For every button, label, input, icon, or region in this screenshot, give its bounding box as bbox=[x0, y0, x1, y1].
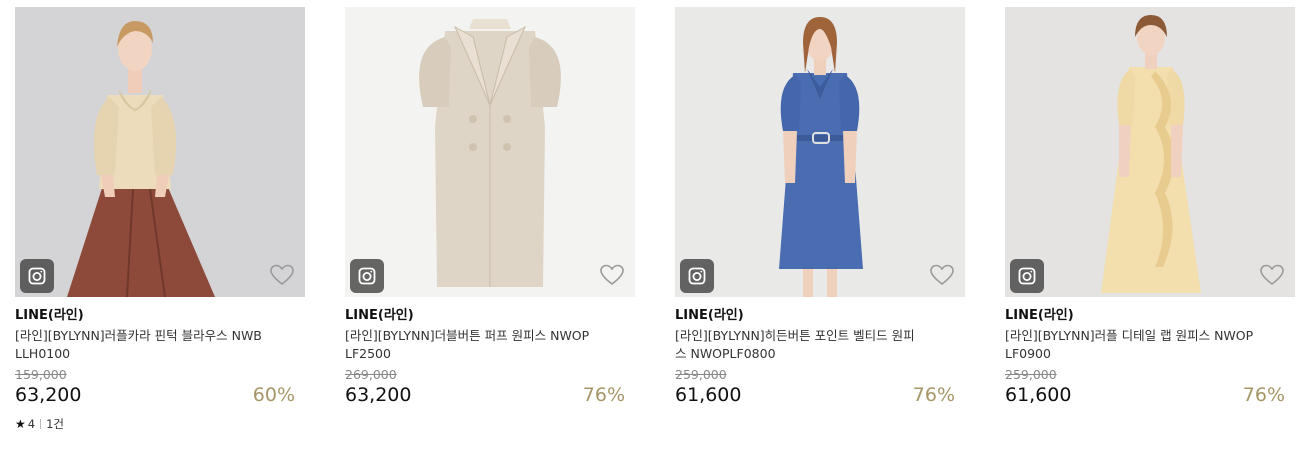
product-image[interactable] bbox=[345, 7, 635, 297]
quick-view-button[interactable] bbox=[350, 259, 384, 293]
camera-lens-icon bbox=[1018, 267, 1036, 285]
sale-price: 63,200 bbox=[15, 384, 82, 406]
brand-name[interactable]: LINE(라인) bbox=[1005, 308, 1295, 324]
original-price: 259,000 bbox=[675, 367, 727, 382]
sale-price: 61,600 bbox=[1005, 384, 1072, 406]
product-name[interactable]: [라인][BYLYNN]히든버튼 포인트 벨티드 원피스 NWOPLF0800 bbox=[675, 327, 925, 363]
product-image[interactable] bbox=[675, 7, 965, 297]
heart-outline-icon bbox=[270, 264, 294, 286]
product-name[interactable]: [라인][BYLYNN]러플카라 핀턱 블라우스 NWBLLH0100 bbox=[15, 327, 265, 363]
camera-lens-icon bbox=[28, 267, 46, 285]
product-image[interactable] bbox=[1005, 7, 1295, 297]
product-card[interactable]: LINE(라인) [라인][BYLYNN]히든버튼 포인트 벨티드 원피스 NW… bbox=[675, 7, 965, 409]
review-summary[interactable]: ★ 4 1건 bbox=[15, 417, 305, 431]
price-row: 63,200 60% bbox=[15, 383, 305, 409]
price-row: 61,600 76% bbox=[675, 383, 965, 409]
product-card[interactable]: LINE(라인) [라인][BYLYNN]러플 디테일 랩 원피스 NWOPLF… bbox=[1005, 7, 1295, 409]
wishlist-button[interactable] bbox=[599, 263, 625, 287]
product-grid: LINE(라인) [라인][BYLYNN]러플카라 핀턱 블라우스 NWBLLH… bbox=[0, 0, 1300, 452]
price-row: 63,200 76% bbox=[345, 383, 635, 409]
product-card[interactable]: LINE(라인) [라인][BYLYNN]러플카라 핀턱 블라우스 NWBLLH… bbox=[15, 7, 305, 431]
camera-lens-icon bbox=[358, 267, 376, 285]
brand-name[interactable]: LINE(라인) bbox=[345, 308, 635, 324]
product-photo bbox=[1005, 7, 1295, 297]
quick-view-button[interactable] bbox=[1010, 259, 1044, 293]
discount-rate: 60% bbox=[252, 384, 295, 406]
heart-outline-icon bbox=[930, 264, 954, 286]
discount-rate: 76% bbox=[912, 384, 955, 406]
rating-value: 4 bbox=[27, 417, 36, 431]
heart-outline-icon bbox=[600, 264, 624, 286]
heart-outline-icon bbox=[1260, 264, 1284, 286]
quick-view-button[interactable] bbox=[680, 259, 714, 293]
discount-rate: 76% bbox=[1242, 384, 1285, 406]
product-name[interactable]: [라인][BYLYNN]더블버튼 퍼프 원피스 NWOPLF2500 bbox=[345, 327, 595, 363]
star-icon: ★ bbox=[15, 417, 26, 431]
original-price: 159,000 bbox=[15, 367, 67, 382]
brand-name[interactable]: LINE(라인) bbox=[15, 308, 305, 324]
quick-view-button[interactable] bbox=[20, 259, 54, 293]
product-photo bbox=[675, 7, 965, 297]
wishlist-button[interactable] bbox=[269, 263, 295, 287]
product-name[interactable]: [라인][BYLYNN]러플 디테일 랩 원피스 NWOPLF0900 bbox=[1005, 327, 1255, 363]
product-photo bbox=[15, 7, 305, 297]
price-row: 61,600 76% bbox=[1005, 383, 1295, 409]
sale-price: 63,200 bbox=[345, 384, 412, 406]
product-image[interactable] bbox=[15, 7, 305, 297]
sale-price: 61,600 bbox=[675, 384, 742, 406]
discount-rate: 76% bbox=[582, 384, 625, 406]
wishlist-button[interactable] bbox=[1259, 263, 1285, 287]
original-price: 259,000 bbox=[1005, 367, 1057, 382]
product-photo bbox=[345, 7, 635, 297]
wishlist-button[interactable] bbox=[929, 263, 955, 287]
product-card[interactable]: LINE(라인) [라인][BYLYNN]더블버튼 퍼프 원피스 NWOPLF2… bbox=[345, 7, 635, 409]
brand-name[interactable]: LINE(라인) bbox=[675, 308, 965, 324]
divider bbox=[40, 419, 42, 429]
camera-lens-icon bbox=[688, 267, 706, 285]
review-count: 1건 bbox=[46, 417, 64, 431]
original-price: 269,000 bbox=[345, 367, 397, 382]
